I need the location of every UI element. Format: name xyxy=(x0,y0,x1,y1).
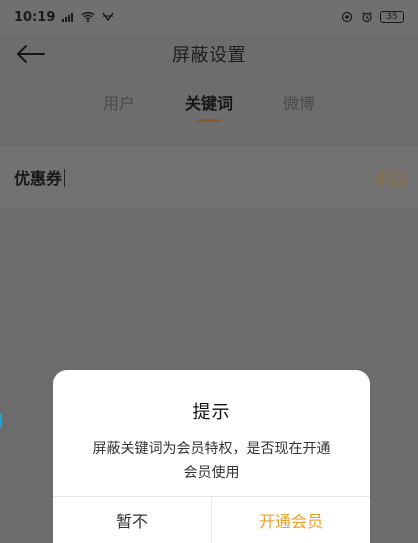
battery-indicator: 35 xyxy=(380,11,404,23)
dialog-message-line-1: 屏蔽关键词为会员特权，是否现在开通 xyxy=(92,441,331,457)
signal-icon xyxy=(61,11,75,23)
add-keyword-button[interactable]: 添加 xyxy=(374,165,406,189)
alarm-icon xyxy=(360,11,374,23)
tab-users[interactable]: 用户 xyxy=(74,74,164,130)
dialog-cancel-button[interactable]: 暂不 xyxy=(53,497,211,543)
tab-keywords-label: 关键词 xyxy=(184,94,233,113)
dialog-message-line-2: 会员使用 xyxy=(183,465,240,481)
keyword-input-row: 优惠券 添加 xyxy=(0,146,418,208)
tab-keywords[interactable]: 关键词 xyxy=(164,74,254,130)
status-bar: 10:19 35 xyxy=(0,0,418,34)
back-arrow-icon[interactable] xyxy=(14,42,48,66)
membership-dialog: 提示 屏蔽关键词为会员特权，是否现在开通 会员使用 暂不 开通会员 xyxy=(53,370,370,543)
tab-bar: 用户 关键词 微博 xyxy=(0,74,418,130)
dialog-confirm-button[interactable]: 开通会员 xyxy=(211,497,370,543)
status-time: 10:19 xyxy=(14,9,56,25)
left-edge-indicator xyxy=(0,413,2,428)
tab-weibo-label: 微博 xyxy=(282,94,315,113)
tab-users-label: 用户 xyxy=(102,94,135,113)
data-icon xyxy=(101,11,115,23)
dialog-message: 屏蔽关键词为会员特权，是否现在开通 会员使用 xyxy=(71,437,352,485)
eye-icon xyxy=(340,11,354,23)
status-right: 35 xyxy=(340,11,404,23)
status-left: 10:19 xyxy=(14,10,115,25)
dialog-title: 提示 xyxy=(192,402,231,423)
tab-weibo[interactable]: 微博 xyxy=(254,74,344,130)
app-header: 屏蔽设置 xyxy=(0,34,418,74)
dialog-actions: 暂不 开通会员 xyxy=(53,496,370,543)
page-title: 屏蔽设置 xyxy=(172,45,246,66)
wifi-icon xyxy=(81,11,95,23)
keyword-input[interactable]: 优惠券 xyxy=(14,165,65,189)
